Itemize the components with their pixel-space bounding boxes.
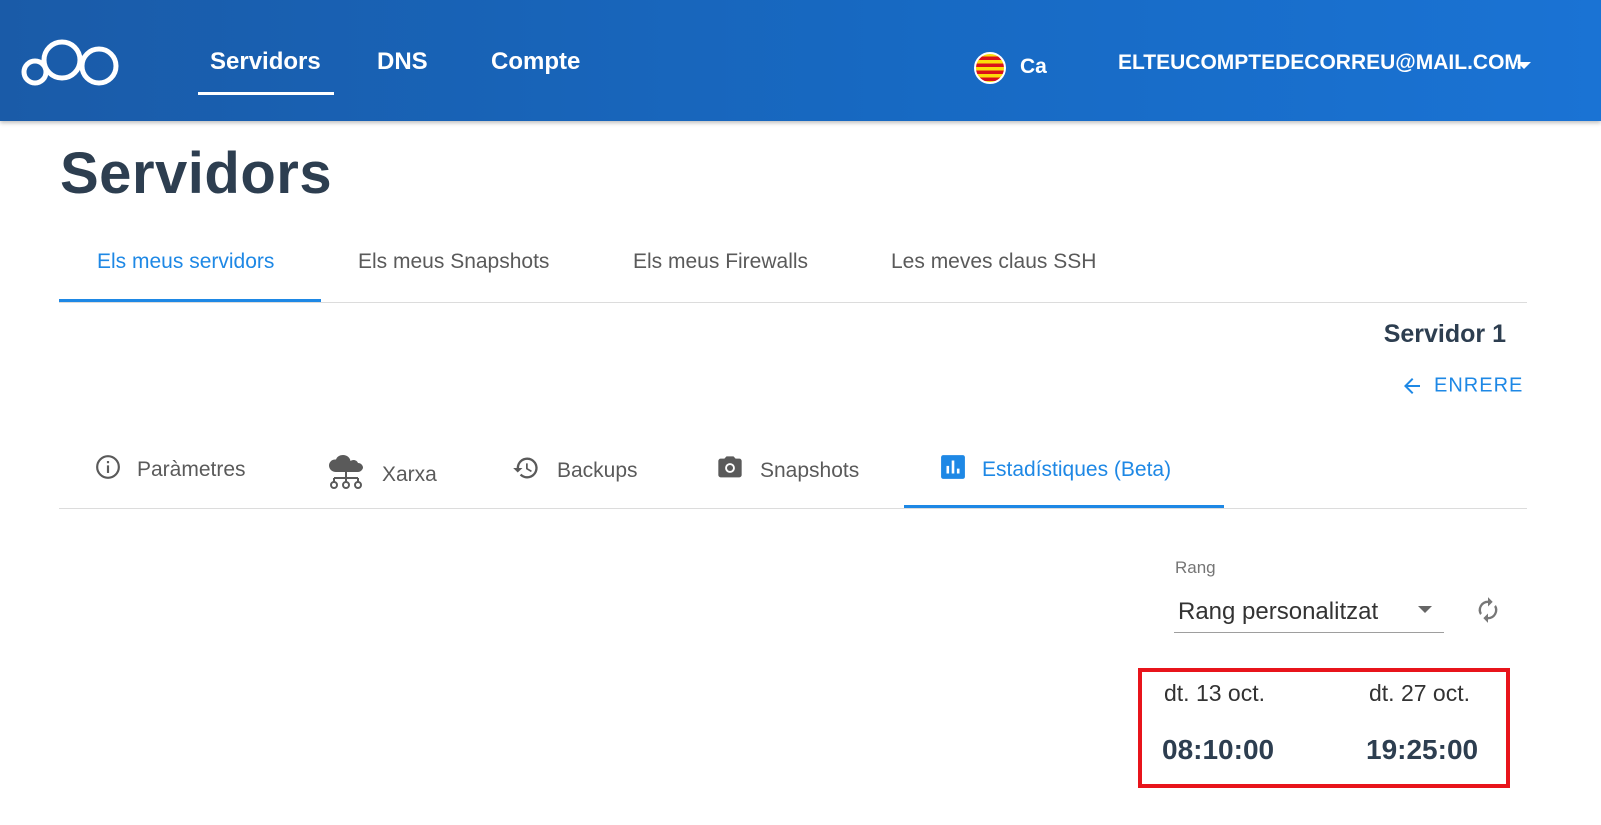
tab-label: Estadístiques (Beta) [982,458,1172,481]
nav-active-indicator [198,92,334,95]
sub-tabs-divider [59,508,1527,509]
refresh-icon[interactable] [1474,596,1502,629]
end-time[interactable]: 19:25:00 [1366,734,1478,766]
top-tabs-divider [59,302,1527,303]
start-date[interactable]: dt. 13 oct. [1164,680,1265,707]
tab-parametres[interactable]: Paràmetres [95,454,246,486]
chevron-down-icon[interactable] [1517,62,1531,69]
tab-estadistiques[interactable]: Estadístiques (Beta) [940,454,1171,486]
page-title: Servidors [60,141,333,206]
camera-icon [716,454,744,488]
back-button[interactable]: ENRERE [1400,374,1523,398]
range-select[interactable]: Rang personalitzat [1174,592,1444,633]
history-icon [511,454,541,488]
tab-snapshots[interactable]: Snapshots [716,454,859,488]
account-email-menu[interactable]: ELTEUCOMPTEDECORREU@MAIL.COM [1118,51,1522,75]
server-name: Servidor 1 [1383,320,1506,348]
tab-label: Paràmetres [137,458,246,481]
tab-my-ssh-keys[interactable]: Les meves claus SSH [891,250,1096,274]
tab-label: Xarxa [382,463,437,486]
tab-label: Backups [557,459,638,482]
tab-backups[interactable]: Backups [511,454,638,488]
range-label: Rang [1175,558,1216,577]
sub-tab-active-indicator [904,505,1224,508]
date-range-highlight: dt. 13 oct. dt. 27 oct. 08:10:00 19:25:0… [1138,668,1510,788]
bar-chart-icon [940,454,966,486]
top-tab-active-indicator [59,299,321,302]
start-time[interactable]: 08:10:00 [1162,734,1274,766]
nav-servidors[interactable]: Servidors [210,48,321,76]
tab-my-servers[interactable]: Els meus servidors [97,250,274,274]
tab-my-snapshots[interactable]: Els meus Snapshots [358,250,549,274]
back-label: ENRERE [1434,374,1524,397]
dropdown-arrow-icon [1418,606,1432,613]
cloud-circles-logo-icon[interactable] [20,36,124,93]
cloud-network-icon [326,454,366,496]
tab-label: Snapshots [760,459,860,482]
end-date[interactable]: dt. 27 oct. [1369,680,1470,707]
info-icon [95,454,121,486]
nav-dns[interactable]: DNS [377,48,428,76]
language-code[interactable]: Ca [1020,55,1047,79]
range-selected-value: Rang personalitzat [1178,598,1379,625]
nav-compte[interactable]: Compte [491,48,580,76]
tab-my-firewalls[interactable]: Els meus Firewalls [633,250,808,274]
tab-xarxa[interactable]: Xarxa [326,454,437,496]
top-navigation-bar: Servidors DNS Compte Ca ELTEUCOMPTEDECOR… [0,0,1601,121]
catalan-flag-icon[interactable] [974,52,1006,89]
arrow-left-icon [1404,378,1420,394]
